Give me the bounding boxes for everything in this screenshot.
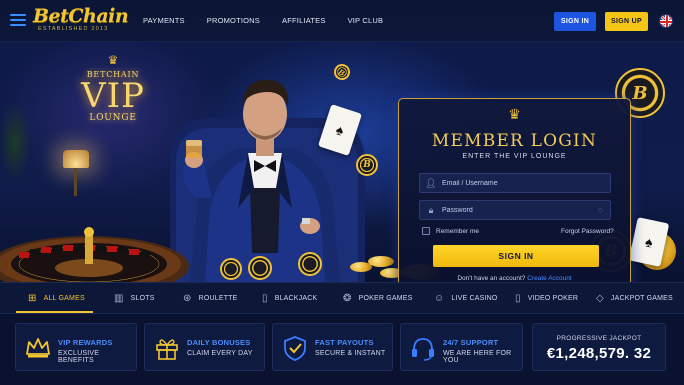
feature-vip-rewards[interactable]: VIP REWARDS EXCLUSIVE BENEFITS [15,323,137,371]
password-input[interactable] [442,206,590,214]
shield-check-icon [284,336,306,361]
gold-coin-icon [368,256,394,267]
dealer-icon: ☺ [434,292,445,304]
category-blackjack[interactable]: ▯ BLACKJACK [262,283,317,313]
category-label: ROULETTE [198,294,238,302]
feature-title: DAILY BONUSES [187,338,251,347]
feature-subtitle: WE ARE HERE FOR YOU [443,350,512,364]
plant-decoration [0,82,40,202]
category-poker-games[interactable]: ❂ POKER GAMES [343,283,413,313]
feature-subtitle: EXCLUSIVE BENEFITS [58,350,100,364]
feature-fast-payouts[interactable]: FAST PAYOUTS SECURE & INSTANT [272,323,393,371]
nav-affiliates[interactable]: AFFILIATES [282,16,326,25]
remember-checkbox[interactable] [422,227,430,235]
remember-label: Remember me [436,227,479,235]
chip-stack-icon [220,258,242,280]
remember-me[interactable]: Remember me [422,227,479,235]
username-field[interactable]: 👤︎ [419,173,611,193]
category-label: BLACKJACK [274,294,318,302]
roulette-wheel-illustration [0,222,224,282]
password-field[interactable]: 🔒︎ ◌ [419,200,611,220]
headset-icon [412,338,434,361]
eye-off-icon[interactable]: ◌ [590,205,610,215]
feature-subtitle: SECURE & INSTANT [315,350,386,357]
lock-icon: 🔒︎ [428,204,434,215]
progressive-jackpot-tile: PROGRESSIVE JACKPOT €1,248,579. 32 [532,323,666,371]
create-account-link[interactable]: Create Account [527,275,571,282]
login-title: MEMBER LOGIN [431,131,598,151]
category-roulette[interactable]: ⊛ ROULETTE [183,283,238,313]
category-label: ALL GAMES [43,294,85,302]
category-video-poker[interactable]: ▯ VIDEO POKER [515,283,578,313]
logo-text: BetChain [33,5,129,27]
nav-payments[interactable]: PAYMENTS [143,16,185,25]
lamp-stand [74,168,77,196]
feature-subtitle: CLAIM EVERY DAY [187,350,253,357]
login-submit-button[interactable]: SIGN IN [433,245,599,267]
feature-daily-bonuses[interactable]: DAILY BONUSES CLAIM EVERY DAY [144,323,265,371]
forgot-password-link[interactable]: Forgot Password? [561,228,614,235]
category-label: LIVE CASINO [451,294,498,302]
category-slots[interactable]: ▥ SLOTS [114,283,155,313]
brand-logo[interactable]: BetChain ESTABLISHED 2013 [33,4,129,32]
vip-lounge-sign: ♛ BETCHAIN VIP LOUNGE [78,54,148,123]
table-lamp [63,150,89,168]
header-sign-in-button[interactable]: SIGN IN [554,12,596,31]
grid-icon: ⊞ [28,292,37,304]
game-category-bar: ⊞ ALL GAMES ▥ SLOTS ⊛ ROULETTE ▯ BLACKJA… [0,282,684,314]
menu-icon[interactable] [10,14,26,26]
roulette-icon: ⊛ [183,292,192,304]
feature-title: VIP REWARDS [58,338,113,347]
feature-support[interactable]: 24/7 SUPPORT WE ARE HERE FOR YOU [400,323,523,371]
vip-sign-main: VIP [81,76,145,116]
nav-promotions[interactable]: PROMOTIONS [207,16,260,25]
uk-flag-icon[interactable] [659,14,673,28]
chip-stack-icon [298,252,322,276]
category-all-games[interactable]: ⊞ ALL GAMES [28,283,85,313]
no-account-text: Don't have an account? Create Account [399,275,630,282]
slots-icon: ▥ [114,292,124,304]
diamond-icon: ◇ [596,292,604,304]
poker-chips-icon: ❂ [343,292,352,304]
nav-vip-club[interactable]: VIP CLUB [348,16,384,25]
category-jackpot-games[interactable]: ◇ JACKPOT GAMES [596,283,673,313]
category-label: SLOTS [130,294,155,302]
active-category-indicator [16,311,93,313]
category-label: POKER GAMES [358,294,413,302]
feature-title: FAST PAYOUTS [315,338,374,347]
crown-icon: ♛ [107,53,119,67]
main-nav: PAYMENTS PROMOTIONS AFFILIATES VIP CLUB [143,16,405,25]
user-icon: 👤︎ [425,177,437,188]
category-label: JACKPOT GAMES [610,294,673,302]
member-login-panel: ♛ MEMBER LOGIN ENTER THE VIP LOUNGE 👤︎ 🔒… [398,98,631,282]
header-sign-up-button[interactable]: SIGN UP [605,12,648,31]
feature-title: 24/7 SUPPORT [443,338,499,347]
chip-stack-icon [248,256,272,280]
jackpot-value: €1,248,579. 32 [546,345,652,362]
category-live-casino[interactable]: ☺ LIVE CASINO [434,283,498,313]
floating-chip-icon: B [356,154,378,176]
login-subtitle: ENTER THE VIP LOUNGE [462,153,567,160]
username-input[interactable] [442,179,610,187]
jackpot-label: PROGRESSIVE JACKPOT [556,335,642,342]
video-poker-icon: ▯ [515,292,521,304]
category-label: VIDEO POKER [527,294,579,302]
crown-icon [26,338,50,358]
no-account-label: Don't have an account? [457,275,526,282]
gift-icon [156,339,178,360]
crown-icon: ♛ [508,106,521,122]
top-header: BetChain ESTABLISHED 2013 PAYMENTS PROMO… [0,0,684,42]
hero-banner: ♛ BETCHAIN VIP LOUNGE B B B ♠ ♠ ♛ MEMBER… [0,42,684,282]
cards-icon: ▯ [262,292,268,304]
